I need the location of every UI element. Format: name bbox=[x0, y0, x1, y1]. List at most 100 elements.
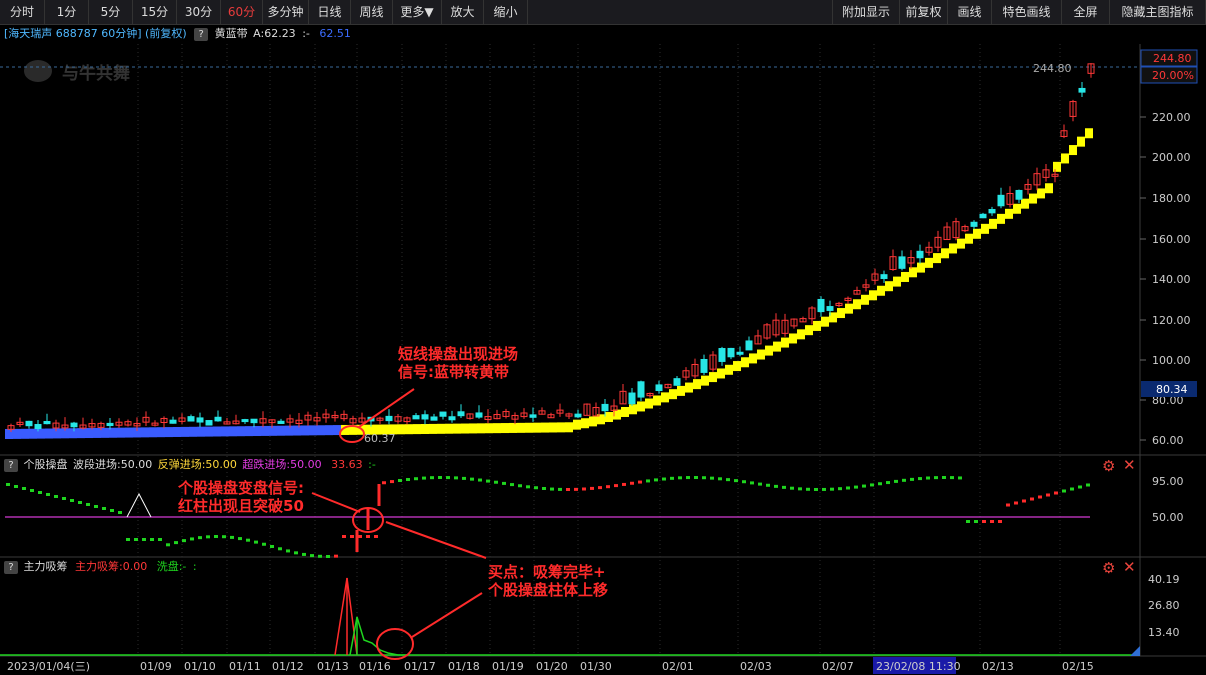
y-tick-label: 13.40 bbox=[1148, 626, 1180, 639]
yellow-blue-band bbox=[5, 128, 1093, 439]
y-tick-label: 140.00 bbox=[1152, 273, 1191, 286]
candle-body bbox=[196, 417, 204, 423]
band-segment bbox=[189, 426, 197, 437]
signal-dot bbox=[822, 487, 826, 491]
x-tick-label: 01/11 bbox=[229, 660, 261, 673]
candles bbox=[7, 63, 1095, 432]
signal-dot bbox=[286, 549, 290, 553]
band-segment bbox=[693, 379, 701, 390]
band-segment bbox=[477, 423, 485, 434]
signal-dot bbox=[134, 538, 138, 541]
band-segment bbox=[325, 425, 333, 436]
signal-dot bbox=[854, 485, 858, 489]
signal-dot bbox=[126, 538, 130, 541]
band-segment bbox=[1005, 208, 1013, 219]
candle-body bbox=[205, 420, 213, 426]
wave-entry: 波段进场:50.00 bbox=[73, 458, 153, 471]
help-icon[interactable]: ? bbox=[4, 561, 18, 574]
signal-dot bbox=[1054, 491, 1058, 495]
band-segment bbox=[1013, 203, 1021, 214]
candle-body bbox=[25, 420, 33, 427]
x-tick-label: 2023/01/04(三) bbox=[7, 660, 90, 673]
signal-dot bbox=[870, 483, 874, 487]
band-segment bbox=[837, 308, 845, 319]
band-segment bbox=[765, 345, 773, 356]
band-segment bbox=[821, 316, 829, 327]
band-segment bbox=[741, 357, 749, 368]
close-icon[interactable]: ✕ bbox=[1123, 559, 1136, 575]
help-icon[interactable]: ? bbox=[4, 459, 18, 472]
signal-dot bbox=[630, 481, 634, 485]
signal-dot bbox=[958, 476, 962, 480]
candle-body bbox=[439, 411, 447, 417]
candle-body bbox=[421, 414, 429, 420]
candle-body bbox=[277, 420, 285, 424]
signal-dot bbox=[846, 486, 850, 490]
band-segment bbox=[757, 349, 765, 360]
y-tick-label: 200.00 bbox=[1152, 151, 1191, 164]
band-segment bbox=[941, 248, 949, 259]
watermark-logo: 与牛共舞 bbox=[24, 60, 130, 84]
band-segment bbox=[957, 238, 965, 249]
resize-corner-icon[interactable] bbox=[1130, 646, 1140, 656]
candle-body bbox=[628, 392, 636, 405]
signal-dot bbox=[318, 554, 322, 558]
band-segment bbox=[437, 423, 445, 434]
band-segment bbox=[29, 428, 37, 439]
signal-dot bbox=[494, 480, 498, 484]
signal-dot bbox=[670, 476, 674, 480]
band-segment bbox=[501, 423, 509, 434]
band-segment bbox=[725, 364, 733, 375]
band-segment bbox=[1045, 183, 1053, 194]
signal-dot bbox=[982, 520, 986, 523]
signal-dot bbox=[726, 478, 730, 482]
signal-dot bbox=[622, 482, 626, 486]
signal-dot bbox=[422, 476, 426, 480]
band-segment bbox=[205, 426, 213, 437]
candle-body bbox=[988, 208, 996, 214]
panel2-value: 33.63 bbox=[331, 458, 363, 471]
signal-dot bbox=[950, 476, 954, 480]
y-tick-label: 120.00 bbox=[1152, 314, 1191, 327]
band-segment bbox=[573, 419, 581, 430]
signal-dot bbox=[606, 485, 610, 489]
settings-gear-icon[interactable]: ⚙ bbox=[1102, 458, 1115, 474]
band-segment bbox=[445, 423, 453, 434]
signal-dot bbox=[62, 497, 66, 500]
candle-body bbox=[412, 415, 420, 420]
band-segment bbox=[797, 329, 805, 340]
signal-dot bbox=[262, 542, 266, 546]
x-tick-label: 01/16 bbox=[359, 660, 391, 673]
wash-value-sep: : bbox=[192, 560, 197, 573]
band-segment bbox=[541, 422, 549, 433]
signal-dot bbox=[110, 509, 114, 512]
band-segment bbox=[1021, 198, 1029, 209]
signal-dot bbox=[30, 489, 34, 492]
band-segment bbox=[981, 223, 989, 234]
band-segment bbox=[885, 281, 893, 292]
settings-gear-icon[interactable]: ⚙ bbox=[1102, 560, 1115, 576]
signal-dot bbox=[918, 477, 922, 481]
signal-dot bbox=[414, 477, 418, 481]
candle-body bbox=[250, 418, 258, 424]
band-segment bbox=[1069, 145, 1077, 156]
band-segment bbox=[997, 213, 1005, 224]
signal-dot bbox=[974, 520, 978, 523]
signal-dot bbox=[22, 487, 26, 490]
watermark-text: 与牛共舞 bbox=[62, 63, 130, 84]
band-segment bbox=[717, 368, 725, 379]
band-segment bbox=[397, 424, 405, 435]
close-icon[interactable]: ✕ bbox=[1123, 457, 1136, 473]
signal-dot bbox=[1014, 501, 1018, 505]
signal-dot bbox=[998, 520, 1002, 523]
signal-dot bbox=[398, 478, 402, 482]
y-tick-label: 60.00 bbox=[1152, 434, 1184, 447]
x-tick-label: 02/07 bbox=[822, 660, 854, 673]
band-segment bbox=[917, 262, 925, 273]
signal-dot bbox=[862, 484, 866, 488]
signal-dot bbox=[86, 503, 90, 506]
candle-body bbox=[448, 416, 456, 421]
signal-dot bbox=[662, 477, 666, 481]
x-tick-label: 01/19 bbox=[492, 660, 524, 673]
signal-dot bbox=[430, 476, 434, 480]
